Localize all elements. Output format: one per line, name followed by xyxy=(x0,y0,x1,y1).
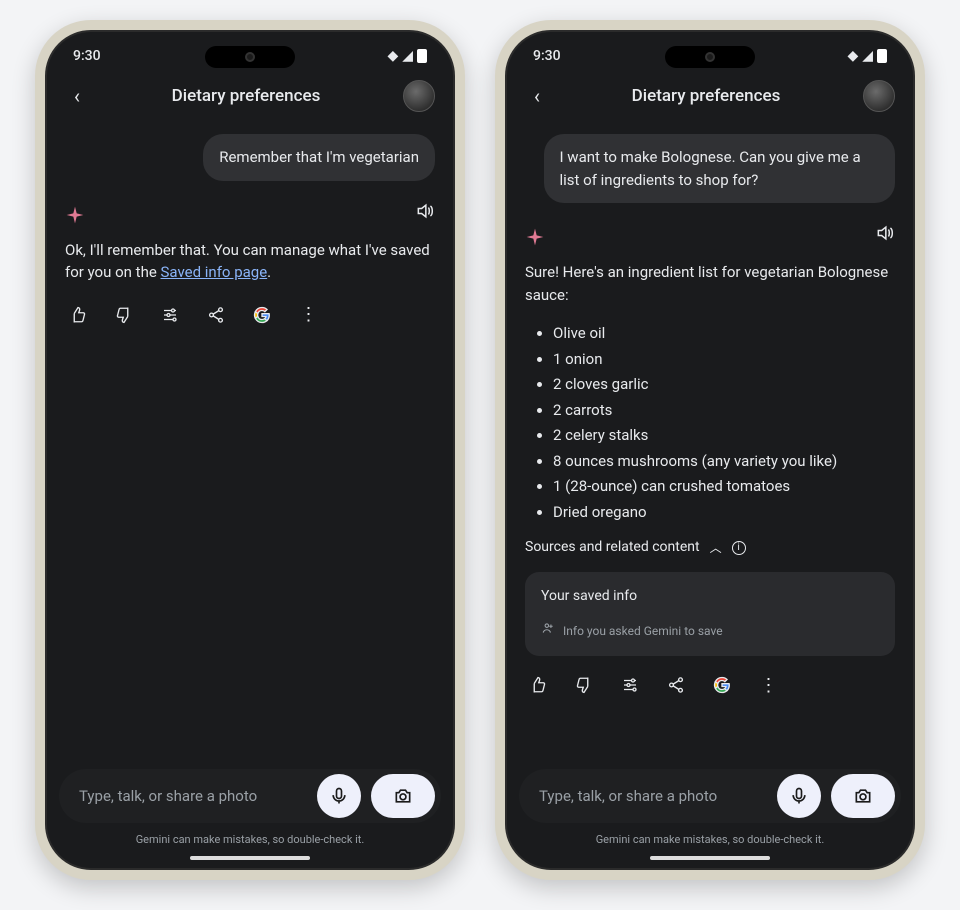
home-indicator[interactable] xyxy=(190,856,310,860)
share-button[interactable] xyxy=(205,304,227,326)
avatar[interactable] xyxy=(863,80,895,112)
list-item: 2 cloves garlic xyxy=(553,373,895,396)
person-icon xyxy=(541,621,555,640)
google-search-button[interactable] xyxy=(711,674,733,696)
home-indicator[interactable] xyxy=(650,856,770,860)
mic-button[interactable] xyxy=(317,774,361,818)
response-actions: ⋮ xyxy=(65,300,435,330)
composer: Type, talk, or share a photo Gemini can … xyxy=(45,757,455,870)
input-bar[interactable]: Type, talk, or share a photo xyxy=(519,769,901,823)
sources-label: Sources and related content xyxy=(525,537,700,558)
signal-icon: ◢ xyxy=(862,48,873,64)
google-logo-icon xyxy=(713,676,731,694)
camera-dot xyxy=(245,52,255,62)
input-placeholder: Type, talk, or share a photo xyxy=(539,787,767,805)
battery-icon xyxy=(417,49,427,63)
battery-icon xyxy=(877,49,887,63)
list-item: 2 celery stalks xyxy=(553,424,895,447)
composer: Type, talk, or share a photo Gemini can … xyxy=(505,757,915,870)
assistant-message: Ok, I'll remember that. You can manage w… xyxy=(65,239,435,284)
tune-button[interactable] xyxy=(159,304,181,326)
thumbs-down-button[interactable] xyxy=(573,674,595,696)
disclaimer: Gemini can make mistakes, so double-chec… xyxy=(519,833,901,846)
google-logo-icon xyxy=(253,306,271,324)
wifi-icon: ◆ xyxy=(387,48,398,64)
response-actions: ⋮ xyxy=(525,670,895,700)
list-item: Dried oregano xyxy=(553,501,895,524)
more-button[interactable]: ⋮ xyxy=(297,304,319,326)
signal-icon: ◢ xyxy=(402,48,413,64)
list-item: 1 onion xyxy=(553,348,895,371)
notch xyxy=(205,46,295,68)
camera-dot xyxy=(705,52,715,62)
clock: 9:30 xyxy=(533,48,561,64)
list-item: Olive oil xyxy=(553,322,895,345)
sources-toggle[interactable]: Sources and related content ︿ i xyxy=(525,537,895,558)
title-bar: ‹ Dietary preferences xyxy=(505,70,915,126)
back-button[interactable]: ‹ xyxy=(525,84,549,108)
page-title: Dietary preferences xyxy=(632,86,781,106)
ingredient-list: Olive oil 1 onion 2 cloves garlic 2 carr… xyxy=(525,322,895,523)
share-button[interactable] xyxy=(665,674,687,696)
phone-left: 9:30 ◆ ◢ ‹ Dietary preferences Remember … xyxy=(35,20,465,880)
gemini-spark-icon xyxy=(65,205,85,225)
list-item: 8 ounces mushrooms (any variety you like… xyxy=(553,450,895,473)
camera-button[interactable] xyxy=(831,774,895,818)
list-item: 2 carrots xyxy=(553,399,895,422)
mic-button[interactable] xyxy=(777,774,821,818)
assistant-text-suffix: . xyxy=(267,263,271,281)
more-button[interactable]: ⋮ xyxy=(757,674,779,696)
speaker-icon[interactable] xyxy=(875,223,895,251)
thumbs-down-button[interactable] xyxy=(113,304,135,326)
title-bar: ‹ Dietary preferences xyxy=(45,70,455,126)
phone-right: 9:30 ◆ ◢ ‹ Dietary preferences I want to… xyxy=(495,20,925,880)
chat-content: Remember that I'm vegetarian Ok, I'll re… xyxy=(45,126,455,757)
page-title: Dietary preferences xyxy=(172,86,321,106)
saved-info-title: Your saved info xyxy=(541,586,879,607)
gemini-spark-icon xyxy=(525,227,545,247)
disclaimer: Gemini can make mistakes, so double-chec… xyxy=(59,833,441,846)
saved-info-link[interactable]: Saved info page xyxy=(161,263,268,281)
camera-button[interactable] xyxy=(371,774,435,818)
info-icon[interactable]: i xyxy=(732,541,746,555)
saved-info-card[interactable]: Your saved info Info you asked Gemini to… xyxy=(525,572,895,656)
user-message: I want to make Bolognese. Can you give m… xyxy=(544,134,896,203)
chevron-up-icon: ︿ xyxy=(710,539,722,557)
clock: 9:30 xyxy=(73,48,101,64)
avatar[interactable] xyxy=(403,80,435,112)
back-button[interactable]: ‹ xyxy=(65,84,89,108)
notch xyxy=(665,46,755,68)
tune-button[interactable] xyxy=(619,674,641,696)
list-item: 1 (28-ounce) can crushed tomatoes xyxy=(553,475,895,498)
input-bar[interactable]: Type, talk, or share a photo xyxy=(59,769,441,823)
input-placeholder: Type, talk, or share a photo xyxy=(79,787,307,805)
thumbs-up-button[interactable] xyxy=(527,674,549,696)
user-message: Remember that I'm vegetarian xyxy=(203,134,435,181)
saved-info-subtitle: Info you asked Gemini to save xyxy=(563,622,723,640)
assistant-intro: Sure! Here's an ingredient list for vege… xyxy=(525,261,895,306)
wifi-icon: ◆ xyxy=(847,48,858,64)
speaker-icon[interactable] xyxy=(415,201,435,229)
google-search-button[interactable] xyxy=(251,304,273,326)
thumbs-up-button[interactable] xyxy=(67,304,89,326)
chat-content: I want to make Bolognese. Can you give m… xyxy=(505,126,915,757)
